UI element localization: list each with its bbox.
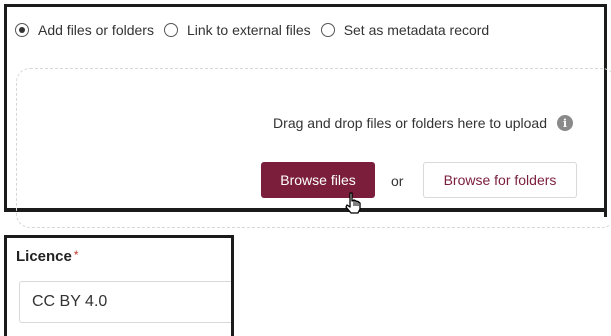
- licence-label: Licence *: [16, 248, 79, 265]
- radio-metadata-record[interactable]: Set as metadata record: [320, 22, 490, 38]
- radio-button[interactable]: [320, 23, 335, 37]
- radio-label-link-external: Link to external files: [186, 22, 311, 38]
- dropzone-instructions: Drag and drop files or folders here to u…: [273, 115, 573, 131]
- or-separator: or: [391, 173, 404, 189]
- dropzone-text: Drag and drop files or folders here to u…: [273, 115, 547, 131]
- upload-mode-radio-group: Add files or folders Link to external fi…: [15, 22, 499, 38]
- licence-value: CC BY 4.0: [32, 293, 108, 310]
- info-icon[interactable]: i: [557, 115, 573, 131]
- radio-label-metadata-record: Set as metadata record: [343, 22, 490, 38]
- radio-button-selected[interactable]: [15, 23, 29, 37]
- browse-folders-button[interactable]: Browse for folders: [423, 162, 577, 198]
- radio-label-add-files: Add files or folders: [38, 22, 154, 38]
- file-dropzone[interactable]: [16, 68, 611, 228]
- radio-add-files[interactable]: Add files or folders: [15, 22, 154, 38]
- radio-button[interactable]: [163, 23, 178, 37]
- licence-select[interactable]: CC BY 4.0: [19, 281, 231, 323]
- radio-link-external[interactable]: Link to external files: [163, 22, 311, 38]
- required-marker: *: [73, 248, 79, 262]
- hand-pointer-cursor-icon: [345, 192, 361, 214]
- licence-label-text: Licence: [16, 248, 72, 265]
